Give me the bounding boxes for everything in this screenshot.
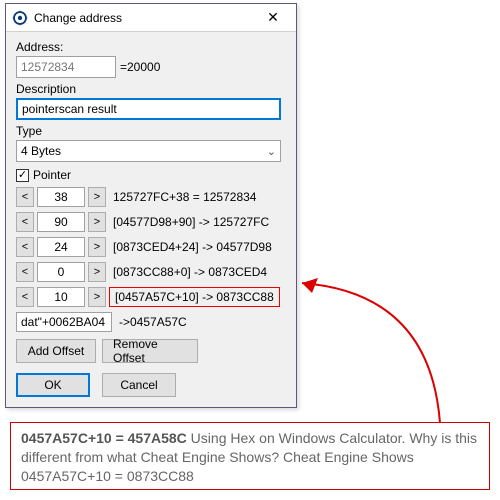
offset-result: [04577D98+90] -> 125727FC (109, 212, 269, 232)
offset-result: [0873CC88+0] -> 0873CED4 (109, 262, 267, 282)
pointer-label: Pointer (33, 168, 71, 182)
offset-input[interactable] (37, 287, 85, 307)
offset-inc-button[interactable]: > (88, 287, 106, 307)
titlebar: Change address ✕ (6, 4, 296, 32)
description-input[interactable] (16, 98, 281, 120)
offset-inc-button[interactable]: > (88, 187, 106, 207)
offset-inc-button[interactable]: > (88, 237, 106, 257)
offset-inc-button[interactable]: > (88, 212, 106, 232)
annotation-bold: 0457A57C+10 = 457A58C (21, 430, 187, 446)
offset-input[interactable] (37, 262, 85, 282)
offset-dec-button[interactable]: < (16, 187, 34, 207)
address-equals: =20000 (120, 60, 160, 74)
base-address-input[interactable] (16, 312, 112, 332)
window-title: Change address (34, 11, 252, 25)
pointer-checkbox[interactable]: ✓ (16, 169, 29, 182)
offset-input[interactable] (37, 187, 85, 207)
annotation-box: 0457A57C+10 = 457A58C Using Hex on Windo… (10, 422, 490, 490)
cancel-button[interactable]: Cancel (102, 373, 176, 397)
annotation-arrow (290, 273, 490, 433)
description-label: Description (16, 82, 286, 96)
offset-result: [0873CED4+24] -> 04577D98 (109, 237, 272, 257)
add-offset-button[interactable]: Add Offset (16, 339, 96, 363)
app-icon (12, 10, 28, 26)
change-address-dialog: Change address ✕ Address: =20000 Descrip… (5, 3, 297, 408)
address-label: Address: (16, 40, 286, 54)
offset-dec-button[interactable]: < (16, 262, 34, 282)
type-label: Type (16, 124, 286, 138)
type-value: 4 Bytes (21, 144, 61, 158)
offset-result: 125727FC+38 = 12572834 (109, 187, 256, 207)
offset-dec-button[interactable]: < (16, 212, 34, 232)
ok-button[interactable]: OK (16, 373, 90, 397)
address-input[interactable] (16, 56, 116, 78)
offset-inc-button[interactable]: > (88, 262, 106, 282)
offset-dec-button[interactable]: < (16, 237, 34, 257)
base-result: ->0457A57C (115, 312, 187, 332)
offset-input[interactable] (37, 237, 85, 257)
type-select[interactable]: 4 Bytes ⌄ (16, 140, 281, 162)
close-icon[interactable]: ✕ (252, 5, 294, 31)
chevron-down-icon: ⌄ (267, 145, 276, 158)
offset-dec-button[interactable]: < (16, 287, 34, 307)
remove-offset-button[interactable]: Remove Offset (102, 339, 198, 363)
offset-result-highlighted: [0457A57C+10] -> 0873CC88 (109, 287, 280, 307)
offset-input[interactable] (37, 212, 85, 232)
